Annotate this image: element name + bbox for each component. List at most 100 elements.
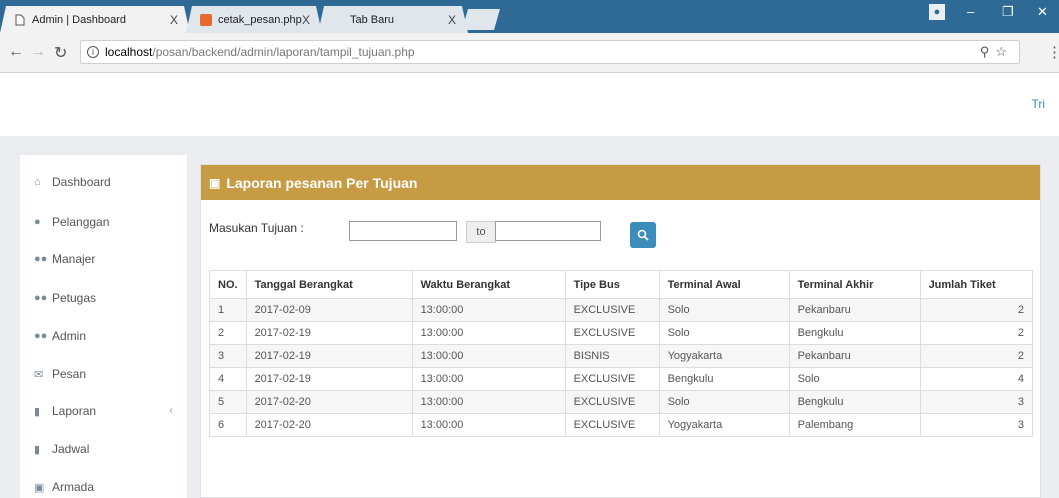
table-cell: EXCLUSIVE (564, 321, 660, 345)
sidebar-item-pelanggan[interactable]: ● Pelanggan (20, 202, 187, 242)
table-cell: EXCLUSIVE (564, 298, 660, 322)
table-cell: Bengkulu (658, 367, 790, 391)
users-icon: ●● (34, 253, 48, 265)
close-icon[interactable]: X (170, 13, 178, 27)
column-header: Tanggal Berangkat (245, 270, 413, 299)
table-cell: 13:00:00 (411, 298, 566, 322)
sidebar-item-label: Admin (52, 329, 87, 343)
user-icon: ● (34, 216, 41, 228)
column-header: Waktu Berangkat (411, 270, 566, 299)
sidebar-item-armada[interactable]: ▣ Armada (20, 467, 187, 498)
sidebar-item-label: Armada (52, 480, 95, 494)
blank-icon (332, 14, 344, 26)
filter-label: Masukan Tujuan : (209, 221, 304, 235)
table-cell: 4 (209, 367, 247, 391)
table-cell: EXCLUSIVE (564, 390, 660, 414)
tab-cetak-pesan[interactable]: cetak_pesan.php X (186, 6, 322, 33)
table-cell: Yogyakarta (658, 413, 790, 437)
restore-icon[interactable]: ❐ (1002, 4, 1014, 20)
table-cell: 3 (919, 413, 1034, 437)
to-addon: to (466, 221, 496, 243)
sidebar-item-label: Manajer (52, 252, 96, 266)
table-cell: Solo (658, 321, 790, 345)
search-icon (637, 229, 649, 241)
column-header: Tipe Bus (564, 270, 660, 299)
table-cell: Pekanbaru (788, 298, 921, 322)
sidebar-item-laporan[interactable]: ▮ Laporan ‹ (20, 391, 187, 431)
sidebar-item-label: Pesan (52, 367, 87, 381)
envelope-icon: ✉ (34, 368, 44, 381)
tab-title: Admin | Dashboard (32, 13, 126, 26)
sidebar-item-jadwal[interactable]: ▮ Jadwal (20, 429, 187, 469)
page-icon (14, 14, 26, 26)
tab-title: Tab Baru (350, 13, 395, 26)
column-header: Terminal Akhir (788, 270, 921, 299)
sidebar-item-dashboard[interactable]: ⌂ Dashboard (20, 162, 187, 202)
sidebar-item-manajer[interactable]: ●● Manajer (20, 239, 187, 279)
close-icon[interactable]: X (448, 13, 456, 27)
table-cell: 6 (209, 413, 247, 437)
table-row: 2 2017-02-19 13:00:00 EXCLUSIVE Solo Bengkulu… (209, 321, 1034, 345)
tab-title: cetak_pesan.php (218, 13, 302, 26)
page-header: Tri (0, 73, 1059, 136)
table-cell: Palembang (788, 413, 921, 437)
tab-tab-baru[interactable]: Tab Baru X (318, 6, 468, 33)
destination-to-input[interactable] (495, 221, 601, 241)
window-close-icon[interactable]: ✕ (1037, 4, 1048, 20)
table-cell: Solo (788, 367, 921, 391)
table-cell: 13:00:00 (411, 413, 566, 437)
book-icon: ▮ (34, 405, 41, 418)
url-host: localhost (105, 45, 153, 59)
report-table: NO. Tanggal Berangkat Waktu Berangkat Ti… (209, 270, 1034, 437)
table-cell: 2017-02-19 (245, 344, 413, 368)
address-bar[interactable]: i localhost/posan/backend/admin/laporan/… (80, 40, 1020, 64)
browser-menu-icon[interactable]: ⋮ (1047, 43, 1059, 61)
browser-toolbar: ← → ↻ i localhost/posan/backend/admin/la… (0, 33, 1059, 73)
bookmark-star-icon[interactable]: ☆ (995, 44, 1013, 59)
xampp-icon (200, 14, 212, 26)
table-row: 4 2017-02-19 13:00:00 EXCLUSIVE Bengkulu Solo… (209, 367, 1034, 391)
sidebar-item-label: Petugas (52, 291, 97, 305)
table-cell: Solo (658, 298, 790, 322)
users-icon: ●● (34, 292, 48, 304)
table-header-row: NO. Tanggal Berangkat Waktu Berangkat Ti… (209, 270, 1034, 299)
info-icon[interactable]: i (87, 46, 99, 58)
browser-tab-strip: Admin | Dashboard X cetak_pesan.php X Ta… (0, 0, 1059, 33)
close-icon[interactable]: X (302, 13, 310, 27)
table-cell: 13:00:00 (411, 367, 566, 391)
forward-icon[interactable]: → (30, 43, 46, 61)
destination-from-input[interactable] (349, 221, 457, 241)
sidebar-item-admin[interactable]: ●● Admin (20, 316, 187, 356)
column-header: Jumlah Tiket (919, 270, 1034, 299)
column-header: Terminal Awal (658, 270, 790, 299)
car-icon: ▣ (34, 481, 45, 494)
table-cell: 3 (209, 344, 247, 368)
table-cell: Bengkulu (788, 390, 921, 414)
tab-admin-dashboard[interactable]: Admin | Dashboard X (0, 6, 190, 33)
sidebar-item-pesan[interactable]: ✉ Pesan (20, 354, 187, 394)
minimize-icon[interactable]: – (967, 4, 974, 19)
report-panel: ▣ Laporan pesanan Per Tujuan Masukan Tuj… (200, 164, 1041, 498)
reload-icon[interactable]: ↻ (54, 43, 67, 63)
table-cell: 4 (919, 367, 1034, 391)
search-button[interactable] (630, 222, 656, 248)
new-tab-button[interactable] (462, 9, 500, 30)
home-icon: ⌂ (34, 176, 41, 188)
sidebar-item-label: Dashboard (52, 175, 111, 189)
table-row: 1 2017-02-09 13:00:00 EXCLUSIVE Solo Pekanbar… (209, 298, 1034, 322)
user-menu[interactable]: Tri (1031, 97, 1045, 111)
sidebar-item-label: Laporan (52, 404, 97, 418)
users-icon: ●● (34, 330, 48, 342)
sidebar-item-petugas[interactable]: ●● Petugas (20, 278, 187, 318)
sidebar-item-label: Pelanggan (52, 215, 110, 229)
table-cell: 2 (919, 321, 1034, 345)
table-cell: BISNIS (564, 344, 660, 368)
table-row: 5 2017-02-20 13:00:00 EXCLUSIVE Solo Bengkulu… (209, 390, 1034, 414)
panel-header: ▣ Laporan pesanan Per Tujuan (201, 165, 1040, 200)
table-cell: Bengkulu (788, 321, 921, 345)
table-row: 6 2017-02-20 13:00:00 EXCLUSIVE Yogyakarta Pa… (209, 413, 1034, 437)
zoom-icon[interactable]: ⚲ (980, 44, 996, 59)
back-icon[interactable]: ← (8, 43, 24, 61)
table-cell: 2017-02-20 (245, 390, 413, 414)
profile-icon[interactable]: ● (929, 4, 945, 20)
